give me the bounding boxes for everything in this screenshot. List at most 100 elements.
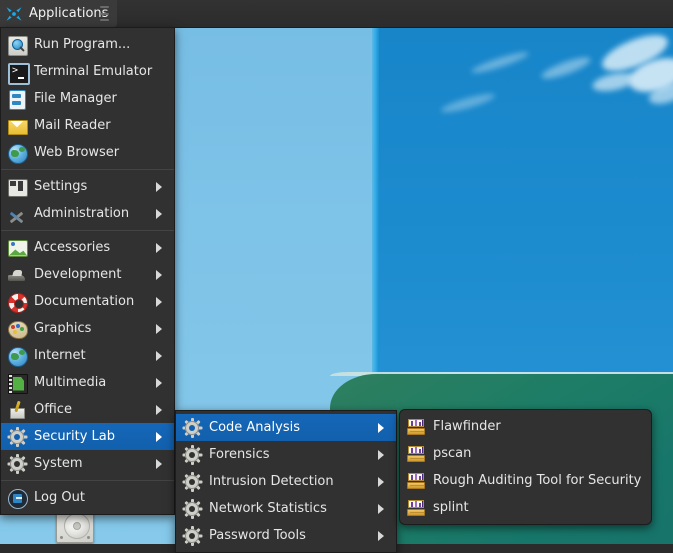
screw [60, 536, 63, 539]
menu-item-office[interactable]: Office [1, 396, 174, 423]
submenu-arrow-icon [378, 422, 390, 433]
menu-item-label: Accessories [34, 239, 111, 255]
menu-item-label: File Manager [34, 90, 117, 106]
menu-item-mail-reader[interactable]: Mail Reader [1, 112, 174, 139]
submenu-arrow-icon [378, 449, 390, 460]
submenu-item-network-statistics[interactable]: Network Statistics [176, 495, 396, 522]
menu-item-internet[interactable]: Internet [1, 342, 174, 369]
gear-icon [7, 426, 27, 447]
submenu-item-code-analysis[interactable]: Code Analysis [176, 414, 396, 441]
menu-item-graphics[interactable]: Graphics [1, 315, 174, 342]
menu-item-accessories[interactable]: Accessories [1, 234, 174, 261]
menu-item-label: Office [34, 401, 72, 417]
menu-item-web-browser[interactable]: Web Browser [1, 139, 174, 166]
office-icon [8, 401, 26, 419]
gear-icon [7, 453, 27, 474]
accessories-icon [8, 239, 28, 257]
submenu-item-label: Rough Auditing Tool for Security [433, 472, 642, 488]
search-icon [8, 35, 28, 56]
menu-item-label: Administration [34, 205, 130, 221]
submenu-arrow-icon [156, 181, 168, 192]
submenu-arrow-icon [378, 476, 390, 487]
menu-separator [1, 169, 174, 170]
gear-icon [182, 444, 202, 465]
menu-item-system[interactable]: System [1, 450, 174, 477]
toolbox-icon [407, 472, 425, 490]
menu-item-run-program[interactable]: Run Program... [1, 31, 174, 58]
screw [87, 536, 90, 539]
code-analysis-submenu[interactable]: Flawfinder pscan Rough Auditing Tool for… [399, 409, 652, 525]
terminal-icon [8, 62, 30, 85]
submenu-arrow-icon [156, 208, 168, 219]
gear-icon [182, 417, 202, 438]
submenu-arrow-icon [156, 269, 168, 280]
submenu-arrow-icon [156, 377, 168, 388]
submenu-item-label: Network Statistics [209, 500, 327, 516]
submenu-item-forensics[interactable]: Forensics [176, 441, 396, 468]
documentation-icon [8, 292, 28, 313]
submenu-arrow-icon [378, 503, 390, 514]
multimedia-icon [8, 373, 28, 394]
development-icon [8, 266, 26, 284]
menu-item-documentation[interactable]: Documentation [1, 288, 174, 315]
toolbox-icon [407, 418, 425, 436]
top-panel: Applications [0, 0, 673, 28]
internet-icon [8, 346, 28, 367]
applications-menu[interactable]: Run Program... Terminal Emulator File Ma… [0, 27, 175, 515]
menu-item-label: Documentation [34, 293, 135, 309]
hard-drive-hub [73, 522, 81, 530]
menu-item-administration[interactable]: Administration [1, 200, 174, 227]
menu-item-settings[interactable]: Settings [1, 173, 174, 200]
toolbox-icon [407, 445, 425, 463]
administration-icon [8, 205, 26, 223]
submenu-item-rough-auditing-tool-for-security[interactable]: Rough Auditing Tool for Security [400, 467, 651, 494]
menu-item-label: Development [34, 266, 122, 282]
menu-item-terminal-emulator[interactable]: Terminal Emulator [1, 58, 174, 85]
submenu-arrow-icon [156, 296, 168, 307]
submenu-item-password-tools[interactable]: Password Tools [176, 522, 396, 549]
submenu-item-label: Forensics [209, 446, 270, 462]
menu-item-label: System [34, 455, 83, 471]
menu-item-multimedia[interactable]: Multimedia [1, 369, 174, 396]
submenu-item-flawfinder[interactable]: Flawfinder [400, 413, 651, 440]
menu-item-file-manager[interactable]: File Manager [1, 85, 174, 112]
applications-button-label: Applications [29, 6, 109, 21]
submenu-arrow-icon [156, 431, 168, 442]
menu-item-label: Multimedia [34, 374, 107, 390]
globe-icon [8, 143, 28, 164]
submenu-item-pscan[interactable]: pscan [400, 440, 651, 467]
menu-item-development[interactable]: Development [1, 261, 174, 288]
submenu-item-label: Intrusion Detection [209, 473, 334, 489]
menu-item-security-lab[interactable]: Security Lab [1, 423, 174, 450]
menu-item-label: Terminal Emulator [34, 63, 153, 79]
submenu-item-label: Password Tools [209, 527, 306, 543]
submenu-arrow-icon [156, 458, 168, 469]
menu-separator [1, 480, 174, 481]
submenu-arrow-icon [156, 404, 168, 415]
submenu-item-label: Flawfinder [433, 418, 501, 434]
submenu-arrow-icon [156, 242, 168, 253]
xfce-mouse-icon [5, 5, 23, 23]
file-manager-icon [8, 89, 26, 110]
menu-item-label: Mail Reader [34, 117, 111, 133]
menu-item-label: Web Browser [34, 144, 120, 160]
gear-icon [182, 525, 202, 546]
menu-item-label: Security Lab [34, 428, 115, 444]
logout-icon [8, 488, 28, 509]
panel-handle-icon[interactable] [100, 6, 109, 21]
mail-icon [8, 117, 28, 135]
submenu-item-splint[interactable]: splint [400, 494, 651, 521]
submenu-arrow-icon [156, 323, 168, 334]
menu-item-label: Settings [34, 178, 88, 194]
menu-item-log-out[interactable]: Log Out [1, 484, 174, 511]
submenu-arrow-icon [378, 530, 390, 541]
submenu-item-intrusion-detection[interactable]: Intrusion Detection [176, 468, 396, 495]
submenu-item-label: splint [433, 499, 469, 515]
menu-separator [1, 230, 174, 231]
submenu-item-label: pscan [433, 445, 472, 461]
graphics-icon [8, 320, 28, 339]
menu-item-label: Log Out [34, 489, 85, 505]
gear-icon [182, 498, 202, 519]
security-lab-submenu[interactable]: Code Analysis Forensics Intrusion Detect… [175, 410, 397, 553]
menu-item-label: Internet [34, 347, 86, 363]
